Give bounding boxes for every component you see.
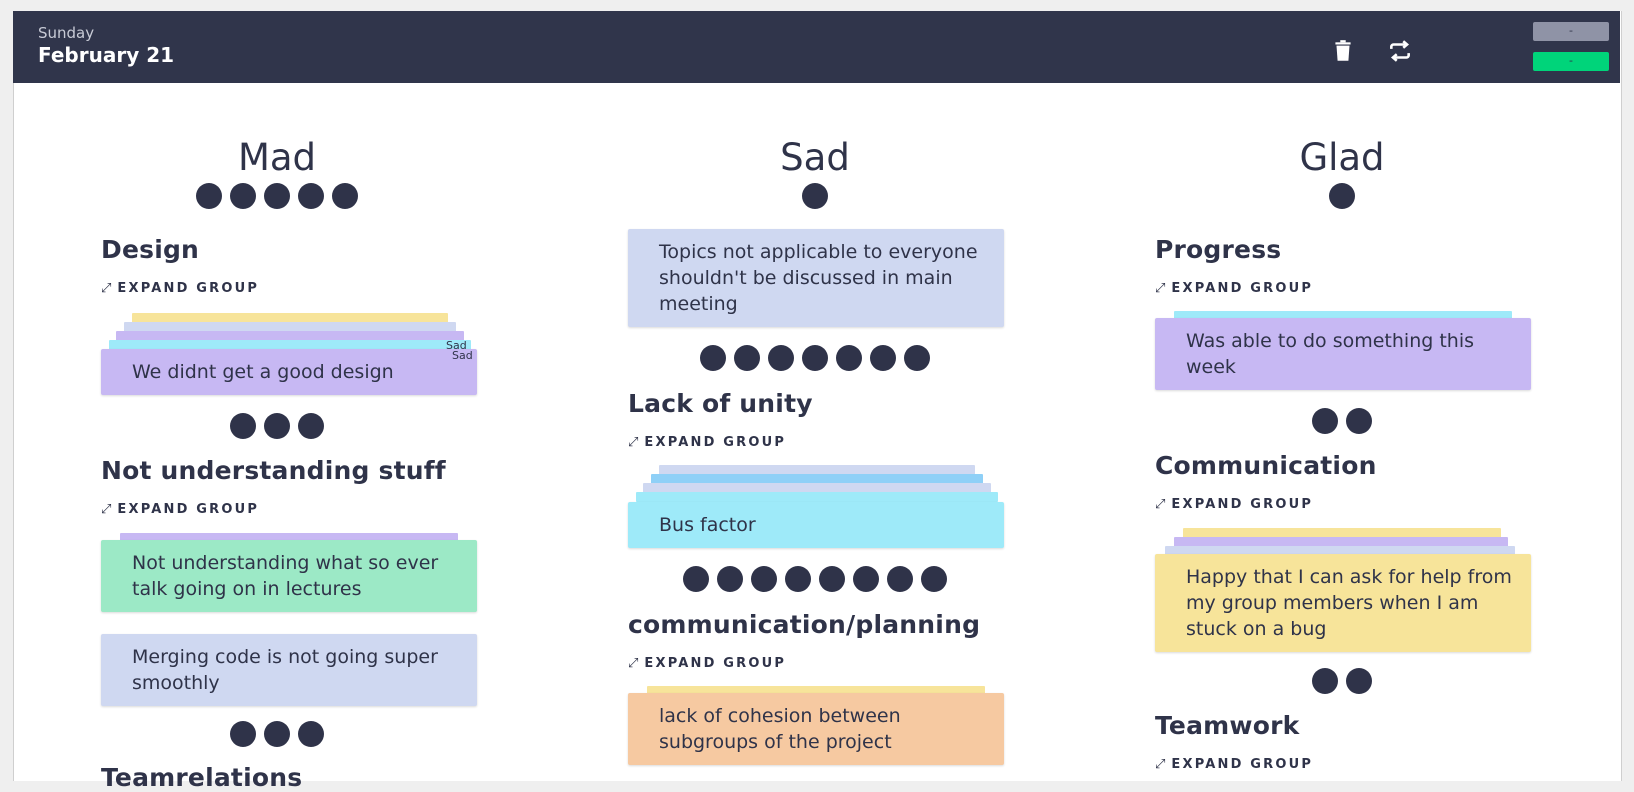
group-title-teamrelations: Teamrelations (101, 763, 303, 792)
card-text: lack of cohesion between subgroups of th… (659, 705, 901, 753)
expand-icon: ⤢ (101, 281, 112, 296)
group-title-communication: Communication (1155, 451, 1377, 480)
bottom-pill-button[interactable]: - (1533, 52, 1609, 71)
vote-dot[interactable] (904, 345, 930, 371)
vote-dot[interactable] (264, 413, 290, 439)
vote-dot[interactable] (853, 566, 879, 592)
group-title-lack-of-unity: Lack of unity (628, 389, 813, 418)
column-title-mad: Mad (237, 136, 317, 179)
vote-dot[interactable] (1329, 183, 1355, 209)
vote-dot[interactable] (700, 345, 726, 371)
expand-group-button[interactable]: ⤢ EXPAND GROUP (101, 502, 259, 517)
vote-dot[interactable] (887, 566, 913, 592)
vote-dots (87, 413, 467, 439)
vote-dot[interactable] (298, 413, 324, 439)
top-bar: Sunday February 21 - - (13, 11, 1620, 83)
card-text: Was able to do something this week (1186, 330, 1475, 378)
vote-dots (1152, 668, 1532, 694)
expand-icon: ⤢ (101, 502, 112, 517)
expand-icon: ⤢ (628, 435, 639, 450)
expand-group-label: EXPAND GROUP (644, 435, 787, 450)
vote-dot[interactable] (819, 566, 845, 592)
card-text: Happy that I can ask for help from my gr… (1186, 566, 1512, 640)
vote-dot[interactable] (785, 566, 811, 592)
repeat-icon[interactable] (1387, 38, 1413, 64)
vote-dot[interactable] (802, 183, 828, 209)
vote-dot[interactable] (230, 721, 256, 747)
retro-card[interactable]: Happy that I can ask for help from my gr… (1155, 554, 1531, 652)
card-text: Bus factor (659, 514, 756, 536)
group-title-communication-planning: communication/planning (628, 610, 981, 639)
retro-card[interactable]: Topics not applicable to everyone should… (628, 229, 1004, 327)
vote-dot[interactable] (1346, 668, 1372, 694)
vote-dot[interactable] (264, 721, 290, 747)
card-text: Not understanding what so ever talk goin… (132, 552, 439, 600)
card-text: Merging code is not going super smoothly (132, 646, 438, 694)
trash-icon[interactable] (1330, 38, 1356, 64)
vote-dot[interactable] (768, 345, 794, 371)
retro-card[interactable]: lack of cohesion between subgroups of th… (628, 693, 1004, 765)
expand-group-button[interactable]: ⤢ EXPAND GROUP (1155, 281, 1313, 296)
card-text: We didnt get a good design (132, 361, 394, 383)
retro-card[interactable]: We didnt get a good design (101, 349, 477, 395)
expand-icon: ⤢ (628, 656, 639, 671)
column-title-glad: Glad (1299, 136, 1385, 179)
vote-dot[interactable] (332, 183, 358, 209)
stacked-card[interactable] (636, 492, 998, 502)
expand-group-label: EXPAND GROUP (1171, 281, 1314, 296)
vote-dots (625, 183, 1005, 209)
group-title-progress: Progress (1155, 235, 1282, 264)
vote-dots (625, 345, 1005, 371)
vote-dot[interactable] (298, 721, 324, 747)
column-title-sad: Sad (780, 136, 850, 179)
card-column-label: Sad (452, 349, 473, 362)
vote-dots (1152, 408, 1532, 434)
vote-dot[interactable] (230, 183, 256, 209)
group-title-design: Design (101, 235, 200, 264)
vote-dot[interactable] (230, 413, 256, 439)
expand-icon: ⤢ (1155, 281, 1166, 296)
vote-dot[interactable] (921, 566, 947, 592)
vote-dot[interactable] (836, 345, 862, 371)
vote-dot[interactable] (298, 183, 324, 209)
vote-dots (1152, 183, 1532, 209)
expand-group-label: EXPAND GROUP (1171, 497, 1314, 512)
vote-dots (87, 721, 467, 747)
date-label: February 21 (38, 43, 175, 67)
group-title-not-understanding-stuff: Not understanding stuff (101, 456, 446, 485)
vote-dot[interactable] (751, 566, 777, 592)
vote-dot[interactable] (1346, 408, 1372, 434)
vote-dot[interactable] (802, 345, 828, 371)
retro-card[interactable]: Merging code is not going super smoothly (101, 634, 477, 706)
vote-dots (87, 183, 467, 209)
vote-dot[interactable] (1312, 408, 1338, 434)
vote-dot[interactable] (264, 183, 290, 209)
vote-dot[interactable] (717, 566, 743, 592)
day-label: Sunday (38, 24, 95, 42)
vote-dot[interactable] (870, 345, 896, 371)
vote-dot[interactable] (734, 345, 760, 371)
group-title-teamwork: Teamwork (1155, 711, 1300, 740)
expand-group-button[interactable]: ⤢ EXPAND GROUP (101, 281, 259, 296)
expand-group-label: EXPAND GROUP (117, 502, 260, 517)
top-pill-button[interactable]: - (1533, 22, 1609, 41)
retro-card[interactable]: Not understanding what so ever talk goin… (101, 540, 477, 612)
expand-group-button[interactable]: ⤢ EXPAND GROUP (628, 656, 786, 671)
vote-dot[interactable] (196, 183, 222, 209)
expand-group-button[interactable]: ⤢ EXPAND GROUP (628, 435, 786, 450)
expand-icon: ⤢ (1155, 497, 1166, 512)
card-text: Topics not applicable to everyone should… (659, 241, 978, 315)
expand-group-label: EXPAND GROUP (117, 281, 260, 296)
vote-dot[interactable] (683, 566, 709, 592)
retro-card[interactable]: Was able to do something this week (1155, 318, 1531, 390)
retro-card[interactable]: Bus factor (628, 502, 1004, 548)
expand-group-label: EXPAND GROUP (644, 656, 787, 671)
expand-group-button[interactable]: ⤢ EXPAND GROUP (1155, 497, 1313, 512)
vote-dots (625, 566, 1005, 592)
vote-dot[interactable] (1312, 668, 1338, 694)
